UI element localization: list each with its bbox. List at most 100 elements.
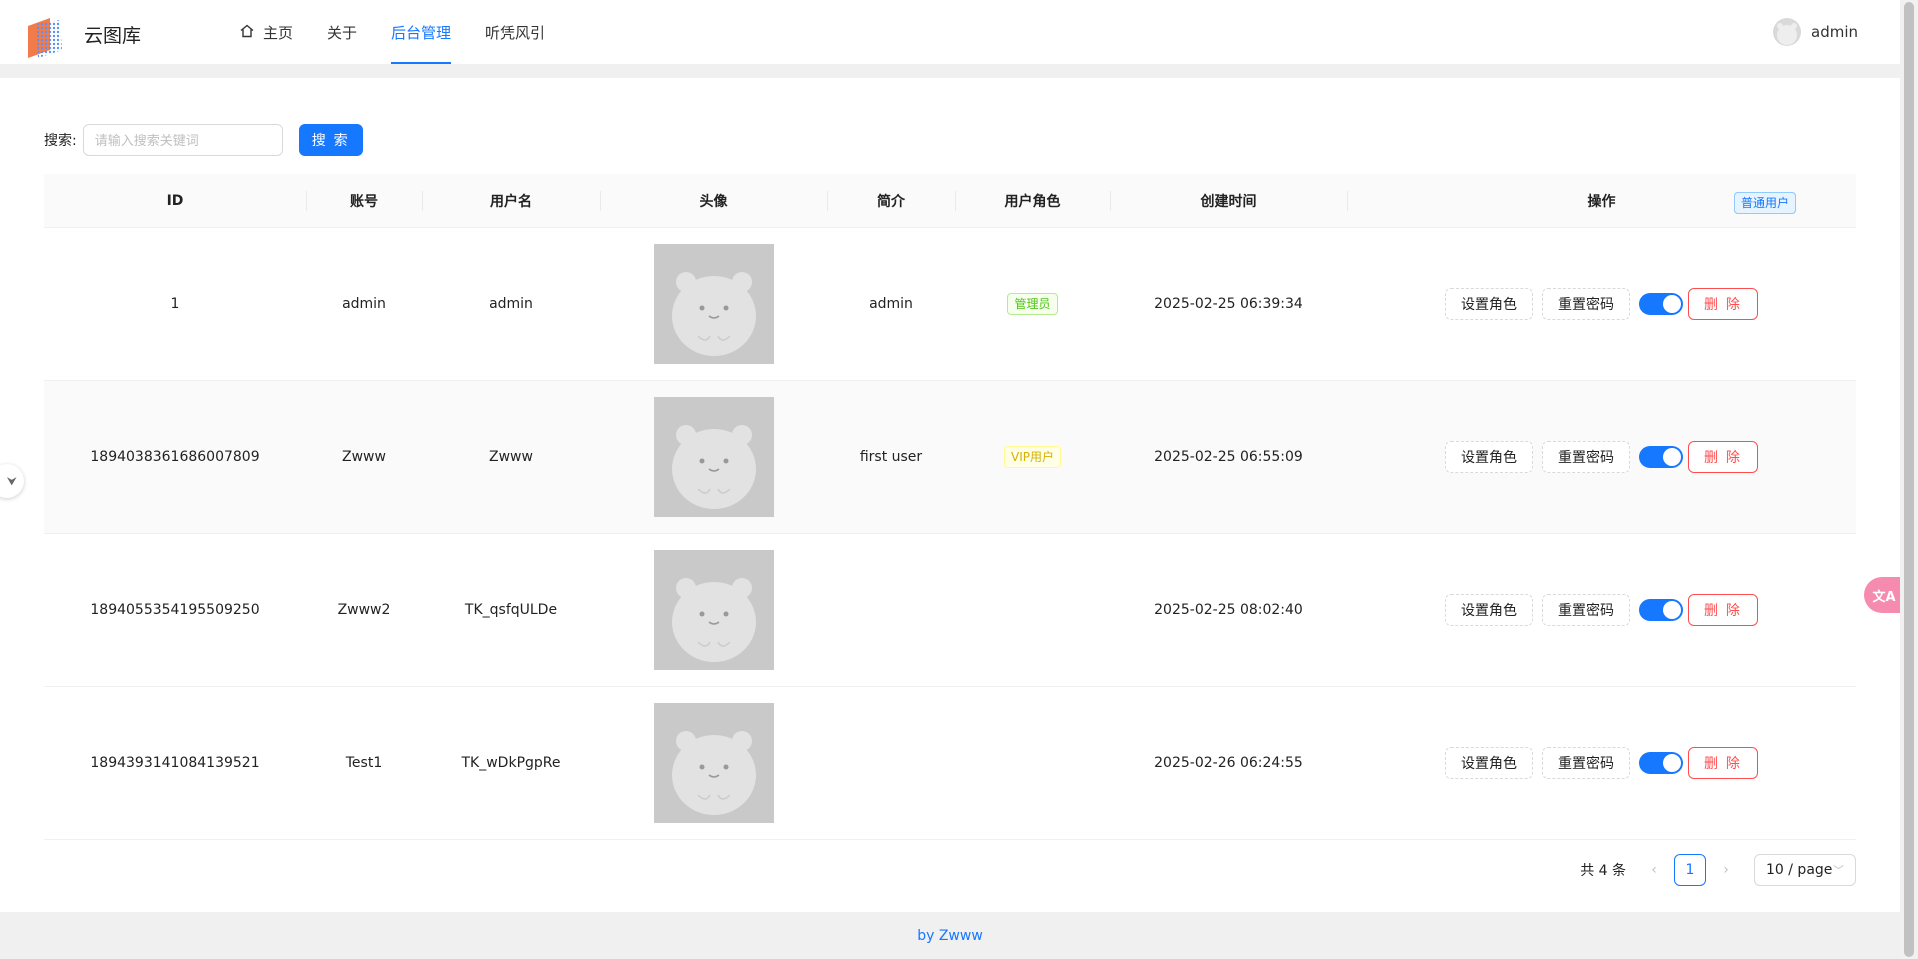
status-toggle[interactable] (1639, 752, 1684, 774)
pagination: 共 4 条 ‹ 1 › 10 / page ﹀ (1580, 854, 1856, 886)
user-avatar-image[interactable] (653, 397, 774, 517)
nav-item-label: 主页 (263, 24, 294, 42)
set-role-button[interactable]: 设置角色 (1445, 747, 1534, 779)
row-actions: 设置角色 重置密码 删 除 (1445, 747, 1758, 779)
status-toggle[interactable] (1639, 446, 1684, 468)
reset-password-button[interactable]: 重置密码 (1542, 441, 1631, 473)
page-size-select[interactable]: 10 / page ﹀ (1754, 854, 1856, 886)
cell-account: Zwww (342, 449, 386, 465)
set-role-button[interactable]: 设置角色 (1445, 594, 1534, 626)
cell-username: Zwww (489, 449, 533, 465)
search-label: 搜索: (44, 133, 77, 149)
user-menu[interactable]: admin (1773, 18, 1858, 46)
cell-actions: 设置角色 重置密码 删 除 (1347, 381, 1856, 533)
reset-password-button[interactable]: 重置密码 (1542, 288, 1631, 320)
main-content: 搜索: 搜 索 ID 账号 用户名 头像 简介 用户角色 创建时间 操作 1 a… (0, 78, 1900, 912)
nav-item-label: 听凭风引 (485, 24, 546, 42)
cell-intro: admin (869, 296, 913, 312)
table-row: 1 admin admin admin 管理员 2025-02-25 06:39… (44, 228, 1856, 381)
next-page-icon[interactable]: › (1710, 854, 1742, 886)
cell-role: VIP用户 (955, 381, 1110, 533)
translate-icon[interactable]: 文A (1864, 577, 1904, 613)
cell-avatar (600, 534, 827, 686)
search-button[interactable]: 搜 索 (298, 124, 363, 156)
delete-button[interactable]: 删 除 (1688, 747, 1758, 779)
chevron-down-icon: ﹀ (1833, 864, 1844, 877)
cell-role: 普通用户 (955, 192, 1796, 839)
page-number-button[interactable]: 1 (1674, 854, 1706, 886)
delete-button[interactable]: 删 除 (1688, 288, 1758, 320)
vertical-scrollbar[interactable] (1900, 0, 1918, 959)
cell-role: 普通用户 (955, 192, 1796, 686)
cell-username: TK_qsfqULDe (464, 602, 558, 618)
delete-button[interactable]: 删 除 (1688, 594, 1758, 626)
page-footer: by Zwww (0, 912, 1900, 959)
cell-account: Test1 (345, 755, 383, 771)
footer-text[interactable]: by Zwww (917, 928, 983, 944)
row-actions: 设置角色 重置密码 删 除 (1445, 441, 1758, 473)
nav-item-label: 关于 (327, 24, 358, 42)
cell-username: TK_wDkPgpRe (461, 755, 561, 771)
nav-item-wind[interactable]: 听凭风引 (468, 0, 562, 64)
search-input[interactable] (82, 124, 283, 156)
set-role-button[interactable]: 设置角色 (1445, 441, 1534, 473)
table-row: 1894038361686007809 Zwww Zwww first user… (44, 381, 1856, 534)
user-avatar-image[interactable] (653, 550, 774, 670)
cell-created: 2025-02-25 06:55:09 (1154, 449, 1303, 465)
reset-password-button[interactable]: 重置密码 (1542, 747, 1631, 779)
app-title: 云图库 (84, 25, 142, 47)
cell-id: 1 (170, 296, 180, 312)
header-divider (0, 64, 1900, 78)
cell-avatar (600, 687, 827, 839)
status-toggle[interactable] (1639, 599, 1684, 621)
cell-intro (827, 687, 955, 839)
cell-intro (827, 534, 955, 686)
top-header: 云图库 主页 关于 后台管理 听凭风引 admin (0, 0, 1918, 64)
user-avatar-image[interactable] (653, 244, 774, 364)
main-nav: 主页 关于 后台管理 听凭风引 (222, 0, 562, 64)
column-header: 简介 (827, 174, 955, 227)
column-header: 头像 (600, 174, 827, 227)
column-header: 账号 (306, 174, 422, 227)
cell-role: 管理员 (955, 228, 1110, 380)
nav-item-home[interactable]: 主页 (222, 0, 310, 64)
cell-actions: 设置角色 重置密码 删 除 (1347, 534, 1856, 686)
delete-button[interactable]: 删 除 (1688, 441, 1758, 473)
pagination-total: 共 4 条 (1580, 863, 1626, 879)
column-header: 用户角色 (955, 174, 1110, 227)
row-actions: 设置角色 重置密码 删 除 (1445, 288, 1758, 320)
cell-username: admin (489, 296, 533, 312)
cell-actions: 设置角色 重置密码 删 除 (1347, 687, 1856, 839)
nav-item-admin[interactable]: 后台管理 (374, 0, 468, 64)
role-badge: 普通用户 (1733, 192, 1796, 214)
set-role-button[interactable]: 设置角色 (1445, 288, 1534, 320)
cell-created: 2025-02-25 08:02:40 (1154, 602, 1303, 618)
table-row: 1894055354195509250 Zwww2 TK_qsfqULDe 普通… (44, 192, 1856, 687)
role-badge: VIP用户 (1004, 446, 1061, 468)
role-badge: 管理员 (1007, 293, 1058, 315)
cell-avatar (600, 381, 827, 533)
nav-item-label: 后台管理 (391, 24, 452, 42)
user-name: admin (1811, 23, 1858, 41)
cell-id: 1894393141084139521 (90, 755, 260, 771)
prev-page-icon[interactable]: ‹ (1638, 854, 1670, 886)
cell-id: 1894055354195509250 (90, 602, 260, 618)
cell-account: admin (342, 296, 386, 312)
user-table: ID 账号 用户名 头像 简介 用户角色 创建时间 操作 1 admin adm… (44, 174, 1856, 840)
avatar (1773, 18, 1801, 46)
scrollbar-thumb[interactable] (1904, 2, 1914, 957)
column-header: ID (166, 192, 184, 209)
page-size-value: 10 / page (1766, 862, 1833, 878)
home-icon (240, 24, 254, 38)
reset-password-button[interactable]: 重置密码 (1542, 594, 1631, 626)
cell-avatar (600, 228, 827, 380)
cell-intro: first user (859, 449, 923, 465)
cell-created: 2025-02-26 06:24:55 (1154, 755, 1303, 771)
cell-id: 1894038361686007809 (90, 449, 260, 465)
app-logo-icon[interactable] (20, 14, 68, 62)
status-toggle[interactable] (1639, 293, 1684, 315)
user-avatar-image[interactable] (653, 703, 774, 823)
nav-item-about[interactable]: 关于 (310, 0, 374, 64)
column-header: 创建时间 (1110, 174, 1347, 227)
side-collapse-icon[interactable]: ⮟ (0, 464, 24, 498)
